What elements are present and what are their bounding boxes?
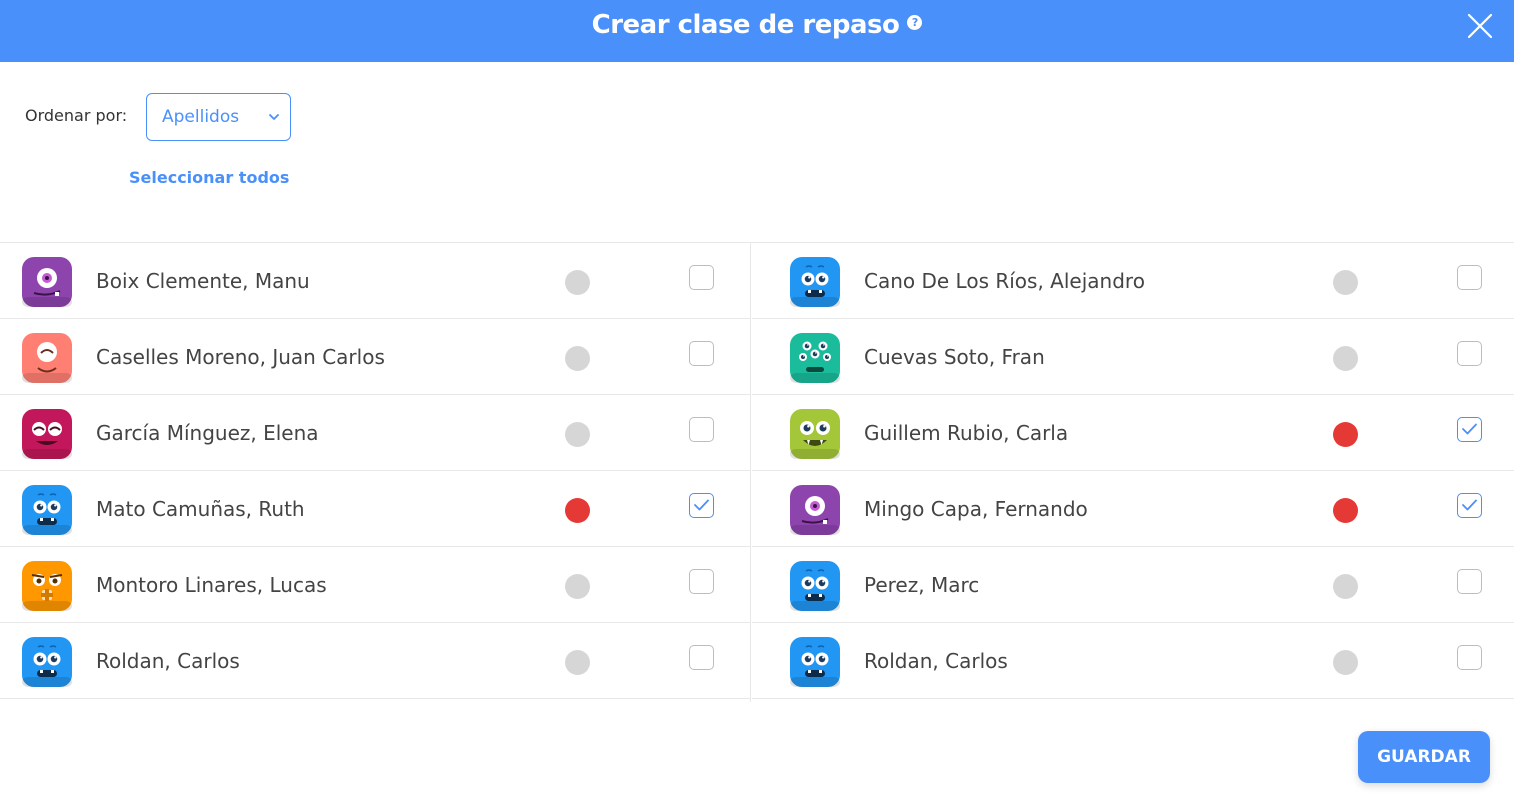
status-dot: [1333, 422, 1358, 447]
student-name: Boix Clemente, Manu: [96, 269, 310, 293]
student-grid: Boix Clemente, Manu Caselles Moreno, Juan…: [0, 242, 1514, 702]
avatar-blue-monster: [22, 485, 72, 535]
select-all-link[interactable]: Seleccionar todos: [129, 168, 289, 187]
student-name: Montoro Linares, Lucas: [96, 573, 327, 597]
dialog-title-wrap: Crear clase de repaso?: [0, 10, 1514, 40]
student-row: Perez, Marc: [752, 547, 1514, 623]
student-name: Cuevas Soto, Fran: [864, 345, 1045, 369]
status-dot: [565, 650, 590, 675]
student-name: Perez, Marc: [864, 573, 980, 597]
avatar-pink-happy-monster: [22, 333, 72, 383]
avatar-purple-cyclops-monster: [22, 257, 72, 307]
chevron-down-icon: [269, 114, 279, 120]
student-name: García Mínguez, Elena: [96, 421, 319, 445]
student-checkbox[interactable]: [689, 493, 714, 518]
student-row: Mato Camuñas, Ruth: [0, 471, 750, 547]
student-name: Cano De Los Ríos, Alejandro: [864, 269, 1145, 293]
avatar-orange-bandage-monster: [22, 561, 72, 611]
sort-label: Ordenar por:: [25, 106, 128, 125]
student-checkbox[interactable]: [1457, 417, 1482, 442]
student-name: Mingo Capa, Fernando: [864, 497, 1088, 521]
student-checkbox[interactable]: [1457, 265, 1482, 290]
status-dot: [1333, 650, 1358, 675]
student-checkbox[interactable]: [689, 569, 714, 594]
checkmark-icon: [694, 499, 709, 511]
student-name: Roldan, Carlos: [864, 649, 1008, 673]
student-row: Montoro Linares, Lucas: [0, 547, 750, 623]
student-row: Roldan, Carlos: [752, 623, 1514, 699]
close-icon[interactable]: [1466, 12, 1494, 40]
student-row: Roldan, Carlos: [0, 623, 750, 699]
sort-select[interactable]: Apellidos: [146, 93, 291, 141]
checkmark-icon: [1462, 499, 1477, 511]
dialog-title: Crear clase de repaso: [591, 10, 900, 40]
student-checkbox[interactable]: [1457, 645, 1482, 670]
student-row: Boix Clemente, Manu: [0, 243, 750, 319]
student-name: Roldan, Carlos: [96, 649, 240, 673]
help-icon[interactable]: ?: [907, 15, 923, 30]
student-row: Mingo Capa, Fernando: [752, 471, 1514, 547]
student-name: Caselles Moreno, Juan Carlos: [96, 345, 385, 369]
status-dot: [1333, 346, 1358, 371]
status-dot: [1333, 574, 1358, 599]
student-checkbox[interactable]: [689, 341, 714, 366]
student-checkbox[interactable]: [1457, 569, 1482, 594]
student-name: Mato Camuñas, Ruth: [96, 497, 305, 521]
student-name: Guillem Rubio, Carla: [864, 421, 1069, 445]
avatar-magenta-smiling-monster: [22, 409, 72, 459]
status-dot: [565, 422, 590, 447]
student-row: Caselles Moreno, Juan Carlos: [0, 319, 750, 395]
student-checkbox[interactable]: [689, 645, 714, 670]
dialog-header: Crear clase de repaso?: [0, 0, 1514, 62]
avatar-blue-monster: [790, 561, 840, 611]
status-dot: [1333, 498, 1358, 523]
student-row: Guillem Rubio, Carla: [752, 395, 1514, 471]
avatar-lime-fanged-monster: [790, 409, 840, 459]
status-dot: [565, 270, 590, 295]
save-button[interactable]: GUARDAR: [1358, 731, 1490, 783]
status-dot: [565, 498, 590, 523]
avatar-purple-cyclops-monster: [790, 485, 840, 535]
student-checkbox[interactable]: [689, 417, 714, 442]
avatar-blue-monster: [790, 637, 840, 687]
student-checkbox[interactable]: [1457, 493, 1482, 518]
student-row: García Mínguez, Elena: [0, 395, 750, 471]
status-dot: [1333, 270, 1358, 295]
sort-selected-value: Apellidos: [162, 107, 240, 127]
student-row: Cano De Los Ríos, Alejandro: [752, 243, 1514, 319]
status-dot: [565, 346, 590, 371]
student-row: Cuevas Soto, Fran: [752, 319, 1514, 395]
avatar-blue-monster: [790, 257, 840, 307]
avatar-teal-four-eyed-monster: [790, 333, 840, 383]
student-column-left: Boix Clemente, Manu Caselles Moreno, Juan…: [0, 243, 751, 702]
checkmark-icon: [1462, 423, 1477, 435]
student-checkbox[interactable]: [1457, 341, 1482, 366]
avatar-blue-monster: [22, 637, 72, 687]
student-column-right: Cano De Los Ríos, Alejandro Cuevas Soto, …: [752, 243, 1514, 702]
student-checkbox[interactable]: [689, 265, 714, 290]
status-dot: [565, 574, 590, 599]
